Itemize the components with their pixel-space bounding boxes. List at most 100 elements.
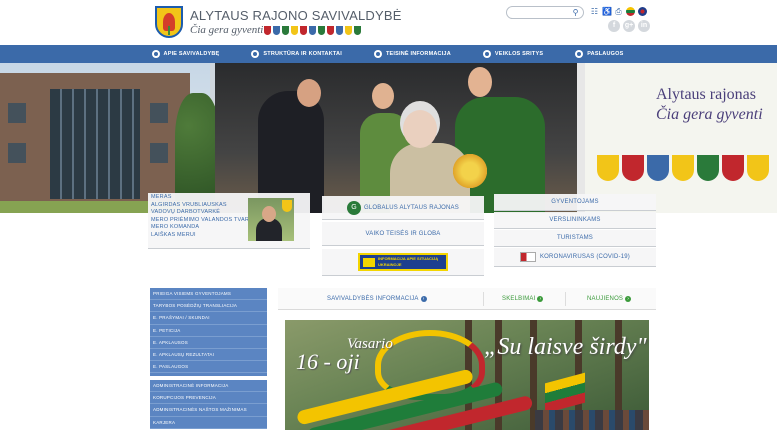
mini-coat-icon[interactable] xyxy=(327,26,334,35)
coat-icon xyxy=(747,155,769,181)
nav-item-label: STRUKTŪRA IR KONTAKTAI xyxy=(263,51,342,57)
menu-item[interactable]: E. APKLAUSŲ REZULTATAI xyxy=(150,349,267,362)
mayor-link-reception[interactable]: MERO PRIĖMIMO VALANDOS TVARKA xyxy=(151,217,257,225)
eservices-menu: PRIEIGA VISIEMS GYVENTOJAMS TARYBOS POSĖ… xyxy=(150,288,267,376)
banner-coats-row xyxy=(597,155,769,181)
globalus-rajonas-link[interactable]: G GLOBALUS ALYTAUS RAJONAS xyxy=(322,196,484,220)
mini-coat-icon[interactable] xyxy=(264,26,271,35)
nav-item-apie[interactable]: APIE SAVIVALDYBĘ xyxy=(140,45,232,63)
menu-item[interactable]: ADMINISTRACINĖS NAŠTOS MAŽINIMAS xyxy=(150,404,267,417)
mini-coat-icon[interactable] xyxy=(318,26,325,35)
municipality-building-photo xyxy=(0,73,190,213)
nav-bullet-icon xyxy=(251,50,260,58)
tab-label: NAUJIENOS xyxy=(587,295,624,302)
nav-item-label: APIE SAVIVALDYBĘ xyxy=(163,51,220,57)
coat-icon xyxy=(647,155,669,181)
coat-icon xyxy=(697,155,719,181)
tab-gyventojams[interactable]: GYVENTOJAMS xyxy=(494,194,656,211)
nav-item-label: PASLAUGOS xyxy=(587,51,624,57)
banner-slogan: Čia gera gyventi xyxy=(656,106,763,123)
tab-verslininkams[interactable]: VERSLININKAMS xyxy=(494,212,656,229)
mini-coat-icon[interactable] xyxy=(273,26,280,35)
print-icon[interactable]: ⎙ xyxy=(614,7,623,16)
ukraine-info-badge: INFORMACIJA APIE SITUACIJĄ UKRAINOJE xyxy=(358,253,448,271)
site-slogan: Čia gera gyventi! xyxy=(190,24,267,36)
menu-item[interactable]: TARYBOS POSĖDŽIŲ TRANSLIACIJA xyxy=(150,300,267,313)
header-tools: ☷ ♿ ⎙ xyxy=(590,7,647,16)
tab-label: GLOBALUS ALYTAUS RAJONAS xyxy=(364,204,459,211)
menu-item[interactable]: E. APKLAUSOS xyxy=(150,337,267,349)
social-links: f g+ in xyxy=(608,20,650,32)
menu-item[interactable]: PRIEIGA VISIEMS GYVENTOJAMS xyxy=(150,288,267,301)
site-title[interactable]: ALYTAUS RAJONO SAVIVALDYBĖ xyxy=(190,8,402,23)
banner-text-date: 16 - oji xyxy=(296,349,360,374)
mini-coat-icon[interactable] xyxy=(354,26,361,35)
tab-label: TURISTAMS xyxy=(556,235,594,241)
nav-item-label: VEIKLOS SRITYS xyxy=(494,51,544,57)
mini-coat-icon[interactable] xyxy=(336,26,343,35)
coat-icon xyxy=(722,155,744,181)
menu-item[interactable]: KORUPCIJOS PREVENCIJA xyxy=(150,392,267,405)
nav-bullet-icon xyxy=(151,50,160,58)
facebook-icon[interactable]: f xyxy=(608,20,620,32)
tab-skelbimai[interactable]: SKELBIMAI › xyxy=(502,295,544,302)
nav-item-struktura[interactable]: STRUKTŪRA IR KONTAKTAI xyxy=(231,45,354,63)
mayor-link-team[interactable]: MERO KOMANDA xyxy=(151,224,257,232)
tab-savivaldybes-informacija[interactable]: SAVIVALDYBĖS INFORMACIJA › xyxy=(327,295,427,302)
tab-label: VAIKO TEISĖS IR GLOBA xyxy=(365,230,441,237)
municipality-coat-of-arms-logo[interactable] xyxy=(155,6,183,38)
accessibility-icon[interactable]: ♿ xyxy=(602,7,612,16)
mini-coat-icon[interactable] xyxy=(300,26,307,35)
info-tabs-bar: SAVIVALDYBĖS INFORMACIJA › SKELBIMAI › NAU… xyxy=(278,288,656,310)
mini-coat-icon[interactable] xyxy=(282,26,289,35)
mini-coat-icon[interactable] xyxy=(345,26,352,35)
mini-coat-icon[interactable] xyxy=(309,26,316,35)
google-plus-icon[interactable]: g+ xyxy=(623,20,635,32)
main-navigation: APIE SAVIVALDYBĘ STRUKTŪRA IR KONTAKTAI … xyxy=(0,45,777,63)
tab-covid[interactable]: KORONAVIRUSAS (COVID-19) xyxy=(494,248,656,267)
mayor-link-meras[interactable]: MERAS xyxy=(151,194,257,202)
page: ALYTAUS RAJONO SAVIVALDYBĖ Čia gera gyve… xyxy=(0,0,777,441)
globe-icon: G xyxy=(347,200,362,215)
banner-title: Alytaus rajonas xyxy=(656,86,756,103)
coat-icon xyxy=(597,155,619,181)
chevron-right-icon: › xyxy=(537,295,544,302)
nav-bullet-icon xyxy=(575,50,584,58)
tab-label: KORONAVIRUSAS (COVID-19) xyxy=(539,254,631,260)
mini-coat-icon[interactable] xyxy=(291,26,298,35)
mayor-link-agenda[interactable]: VADOVŲ DARBOTVARKĖ xyxy=(151,209,257,217)
nav-item-paslaugos[interactable]: PASLAUGOS xyxy=(555,45,635,63)
mayor-link-name[interactable]: ALGIRDAS VRUBLIAUSKAS xyxy=(151,202,257,210)
linkedin-icon[interactable]: in xyxy=(638,20,650,32)
mayor-links: MERAS ALGIRDAS VRUBLIAUSKAS VADOVŲ DARBO… xyxy=(151,194,257,239)
sitemap-icon[interactable]: ☷ xyxy=(590,7,599,16)
covid-icon xyxy=(519,252,536,262)
menu-item[interactable]: ADMINISTRACINĖ INFORMACIJA xyxy=(150,380,267,393)
menu-item[interactable]: E. PASLAUGOS xyxy=(150,361,267,374)
tab-label: SAVIVALDYBĖS INFORMACIJA xyxy=(327,295,419,302)
tab-turistams[interactable]: TURISTAMS xyxy=(494,230,656,247)
banner-text-slogan: „Su laisve širdy" xyxy=(484,334,647,360)
nav-item-label: TEISINĖ INFORMACIJA xyxy=(385,51,451,57)
nav-item-teisine[interactable]: TEISINĖ INFORMACIJA xyxy=(354,45,463,63)
tab-label: VERSLININKAMS xyxy=(549,217,601,223)
search-icon[interactable]: ⚲ xyxy=(571,8,580,17)
vaiko-teises-link[interactable]: VAIKO TEISĖS IR GLOBA xyxy=(322,222,484,246)
mayor-photo[interactable] xyxy=(248,198,294,241)
chevron-right-icon: › xyxy=(420,295,427,302)
lithuanian-flag-icon[interactable] xyxy=(626,7,635,16)
menu-item[interactable]: KARJERA xyxy=(150,417,267,429)
tab-label: SKELBIMAI xyxy=(502,295,536,302)
nav-bullet-icon xyxy=(482,50,491,58)
mayor-link-letter[interactable]: LAIŠKAS MERUI xyxy=(151,232,257,240)
tab-naujienos[interactable]: NAUJIENOS › xyxy=(587,295,632,302)
coat-icon xyxy=(672,155,694,181)
menu-item[interactable]: E. PRAŠYMAI / SKUNDAI xyxy=(150,312,267,325)
menu-item[interactable]: E. PETICIJA xyxy=(150,325,267,337)
search-input[interactable]: ⚲ xyxy=(506,6,584,19)
admin-menu: ADMINISTRACINĖ INFORMACIJA KORUPCIJOS PR… xyxy=(150,380,267,429)
nav-item-veiklos[interactable]: VEIKLOS SRITYS xyxy=(463,45,555,63)
english-flag-icon[interactable] xyxy=(638,7,647,16)
nav-bullet-icon xyxy=(373,50,382,58)
ukraine-info-link[interactable]: INFORMACIJA APIE SITUACIJĄ UKRAINOJE xyxy=(322,249,484,276)
